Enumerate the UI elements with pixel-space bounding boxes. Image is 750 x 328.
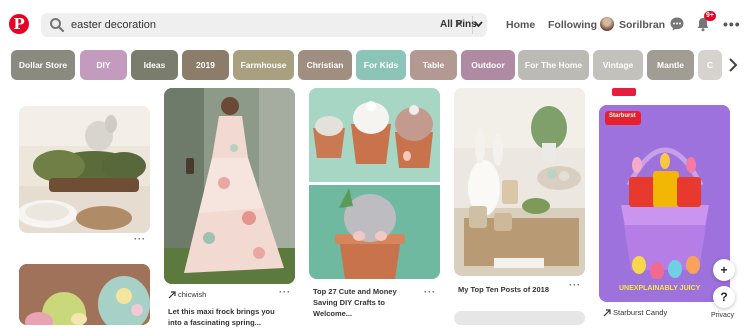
pin-image-easter-centerpiece[interactable] xyxy=(19,106,150,233)
pin-more-icon[interactable]: ··· xyxy=(134,234,146,244)
pin-caption-line[interactable]: Welcome... xyxy=(313,308,352,319)
pin-image-felt-eggs[interactable] xyxy=(19,264,150,325)
external-link-icon xyxy=(603,309,611,317)
starburst-basket-photo xyxy=(599,105,730,302)
pin-more-icon[interactable]: ··· xyxy=(569,280,581,290)
pin-caption-line[interactable]: Top 27 Cute and Money xyxy=(313,286,397,297)
pin-source[interactable]: Starburst Candy xyxy=(613,308,667,318)
bunny-pots-photo xyxy=(309,88,440,279)
pin-more-icon[interactable]: ··· xyxy=(279,287,291,297)
search-input[interactable] xyxy=(71,16,431,34)
avatar[interactable] xyxy=(600,17,614,31)
chip-for-the-home[interactable]: For The Home xyxy=(518,50,589,80)
add-button[interactable]: + xyxy=(713,259,735,281)
felt-eggs-photo xyxy=(19,264,150,325)
nav-home[interactable]: Home xyxy=(506,19,535,31)
chevron-right-icon[interactable] xyxy=(728,58,738,72)
pin-image-easter-table[interactable] xyxy=(454,88,585,276)
pin-source[interactable]: chicwish xyxy=(178,290,206,300)
pin-image-bunny-pots[interactable] xyxy=(309,88,440,279)
easter-table-photo xyxy=(454,88,585,276)
chip-outdoor[interactable]: Outdoor xyxy=(461,50,515,80)
pin-image-partial[interactable] xyxy=(454,311,585,325)
chip-mantle[interactable]: Mantle xyxy=(647,50,694,80)
chip-christian[interactable]: Christian xyxy=(298,50,352,80)
top-bar: P ✕ All Pins Home Following Sorilbran 9+… xyxy=(0,0,750,50)
pin-caption-line[interactable]: Saving DIY Crafts to xyxy=(313,297,385,308)
nav-following[interactable]: Following xyxy=(548,19,597,31)
pin-caption-line[interactable]: into a fascinating spring... xyxy=(168,317,261,328)
search-icon xyxy=(50,18,65,33)
maxi-dress-photo xyxy=(164,88,295,284)
pin-image-maxi-dress[interactable] xyxy=(164,88,295,284)
messages-icon[interactable] xyxy=(669,16,685,32)
external-link-icon xyxy=(168,291,176,299)
chevron-down-icon xyxy=(474,21,483,28)
chip-table[interactable]: Table xyxy=(410,50,457,80)
chip-2019[interactable]: 2019 xyxy=(182,50,229,80)
pin-more-icon[interactable]: ··· xyxy=(424,287,436,297)
sponsored-logo-icon xyxy=(612,88,636,96)
chip-ideas[interactable]: Ideas xyxy=(131,50,178,80)
notifications-badge: 9+ xyxy=(704,11,716,21)
help-button[interactable]: ? xyxy=(713,286,735,308)
search-scope-dropdown[interactable]: All Pins xyxy=(433,13,488,37)
search-bar[interactable]: ✕ xyxy=(41,13,487,37)
pin-caption-line[interactable]: My Top Ten Posts of 2018 xyxy=(458,284,549,295)
chip-diy[interactable]: DIY xyxy=(80,50,127,80)
easter-centerpiece-photo xyxy=(19,106,150,233)
privacy-link[interactable]: Privacy xyxy=(711,312,734,319)
chip-farmhouse[interactable]: Farmhouse xyxy=(233,50,294,80)
chip-partial[interactable]: C xyxy=(698,50,722,80)
chip-for-kids[interactable]: For Kids xyxy=(356,50,406,80)
more-options-icon[interactable]: ••• xyxy=(723,16,741,32)
ad-tagline: UNEXPLAINABLY JUICY xyxy=(619,285,701,292)
profile-name[interactable]: Sorilbran xyxy=(619,19,665,31)
ad-brand-logo: Starburst xyxy=(609,113,636,119)
chip-dollar-store[interactable]: Dollar Store xyxy=(11,50,75,80)
pin-caption-line[interactable]: Let this maxi frock brings you xyxy=(168,306,275,317)
guided-search-chips: Dollar Store DIY Ideas 2019 Farmhouse Ch… xyxy=(0,50,750,80)
pin-image-starburst-ad[interactable]: Starburst UNEXPLAINABLY JUICY xyxy=(599,105,730,302)
search-scope-label: All Pins xyxy=(440,19,477,30)
chip-vintage[interactable]: Vintage xyxy=(593,50,643,80)
pinterest-logo-icon[interactable]: P xyxy=(9,14,29,34)
